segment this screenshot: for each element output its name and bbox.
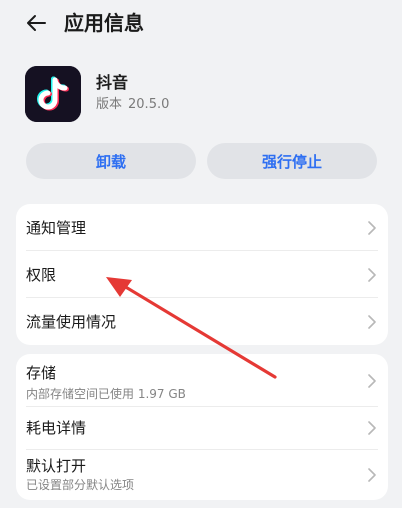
settings-card-secondary: 存储 内部存储空间已使用 1.97 GB 耗电详情 默认打开 已设置部分默认选项 — [16, 354, 388, 500]
item-label: 通知管理 — [26, 219, 87, 237]
item-label: 耗电详情 — [26, 419, 87, 437]
data-usage-item[interactable]: 流量使用情况 — [16, 298, 388, 345]
chevron-right-icon — [368, 315, 376, 329]
page-title: 应用信息 — [64, 11, 144, 35]
storage-item[interactable]: 存储 内部存储空间已使用 1.97 GB — [16, 354, 388, 406]
version-number: 20.5.0 — [128, 97, 170, 112]
app-version: 版本 20.5.0 — [96, 96, 169, 114]
chevron-right-icon — [368, 468, 376, 482]
chevron-right-icon — [368, 421, 376, 435]
arrow-left-icon — [27, 15, 46, 31]
version-label: 版本 — [96, 97, 123, 112]
chevron-right-icon — [368, 221, 376, 235]
app-icon — [25, 66, 81, 122]
app-info-page: 应用信息 抖音 版本 20.5.0 卸载 强行停止 通知管理 权限 流量使用情况… — [0, 0, 402, 508]
tiktok-logo-icon — [25, 66, 81, 122]
open-by-default-item[interactable]: 默认打开 已设置部分默认选项 — [16, 450, 388, 500]
notification-management-item[interactable]: 通知管理 — [16, 204, 388, 251]
top-bar: 应用信息 — [0, 0, 402, 46]
battery-usage-item[interactable]: 耗电详情 — [16, 407, 388, 449]
back-button[interactable] — [22, 10, 50, 36]
chevron-right-icon — [368, 374, 376, 388]
item-label: 默认打开 — [26, 457, 87, 475]
chevron-right-icon — [368, 268, 376, 282]
uninstall-button[interactable]: 卸载 — [26, 143, 196, 179]
item-label: 流量使用情况 — [26, 313, 117, 331]
app-name: 抖音 — [96, 73, 129, 92]
force-stop-button[interactable]: 强行停止 — [207, 143, 377, 179]
item-label: 权限 — [26, 266, 57, 284]
item-subtitle: 已设置部分默认选项 — [26, 478, 135, 492]
permissions-item[interactable]: 权限 — [16, 251, 388, 298]
item-subtitle: 内部存储空间已使用 1.97 GB — [26, 387, 186, 401]
item-label: 存储 — [26, 364, 57, 382]
settings-card-primary: 通知管理 权限 流量使用情况 — [16, 204, 388, 345]
